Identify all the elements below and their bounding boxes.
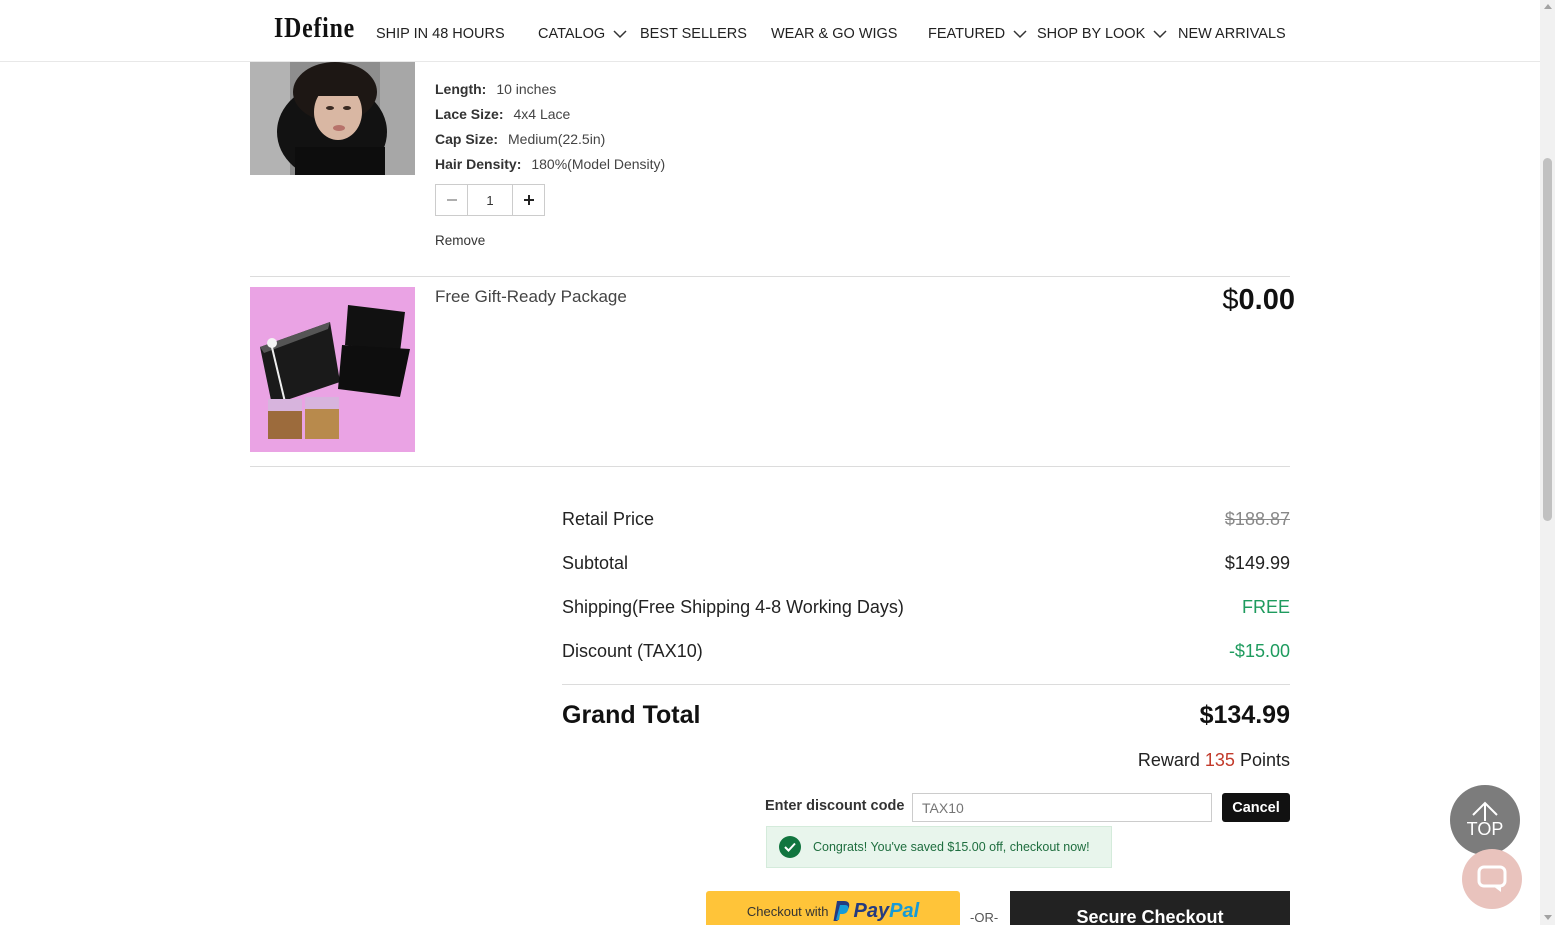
check-circle-icon: [779, 836, 801, 858]
live-chat-button[interactable]: [1462, 849, 1522, 909]
nav-label: BEST SELLERS: [640, 26, 747, 42]
paypal-prefix: Checkout with: [746, 903, 829, 919]
grand-total-row: Grand Total $134.99: [562, 701, 1290, 730]
chevron-down-icon: [1013, 30, 1027, 39]
gift-package-photo: [250, 287, 415, 452]
nav-wear-go-wigs[interactable]: WEAR & GO WIGS: [771, 26, 897, 42]
retail-price-label: Retail Price: [562, 509, 655, 529]
reward-points: Reward 135 Points: [1138, 750, 1290, 771]
nav-label: CATALOG: [538, 26, 606, 42]
attribute-value: Medium(22.5in): [508, 131, 606, 147]
discount-code-input[interactable]: [912, 793, 1212, 822]
arrow-up-icon: [1472, 801, 1498, 821]
cancel-discount-button[interactable]: Cancel: [1222, 793, 1290, 822]
quantity-input[interactable]: 1: [468, 185, 512, 215]
attribute-value: 4x4 Lace: [513, 106, 571, 122]
product-thumbnail-wig[interactable]: [250, 62, 415, 175]
item-divider: [250, 276, 1290, 277]
attribute-hair-density: Hair Density: 180%(Model Density): [435, 156, 665, 172]
nav-label: WEAR & GO WIGS: [771, 26, 898, 42]
price-amount: 0.00: [1238, 284, 1295, 316]
secure-checkout-button[interactable]: Secure Checkout: [1010, 891, 1290, 925]
minus-icon: [446, 199, 457, 201]
attribute-label: Hair Density:: [435, 156, 522, 172]
scroll-down-arrow-icon[interactable]: [1544, 915, 1552, 920]
site-header: IDefine SHIP IN 48 HOURS CATALOG BEST SE…: [0, 0, 1540, 62]
grand-total-label: Grand Total: [562, 701, 701, 729]
chevron-down-icon: [613, 30, 627, 39]
reward-suffix: Points: [1239, 750, 1290, 770]
summary-divider: [562, 684, 1290, 685]
reward-points-value: 135: [1204, 750, 1235, 770]
shipping-value: FREE: [1241, 597, 1290, 617]
quantity-stepper: 1: [435, 184, 545, 216]
decrease-quantity-button[interactable]: [436, 185, 468, 215]
plus-icon: [523, 195, 534, 205]
subtotal-label: Subtotal: [562, 553, 629, 573]
discount-success-message: Congrats! You've saved $15.00 off, check…: [813, 840, 1090, 854]
attribute-length: Length: 10 inches: [435, 81, 556, 97]
nav-label: NEW ARRIVALS: [1178, 26, 1286, 42]
scroll-up-arrow-icon[interactable]: [1544, 4, 1552, 9]
paypal-checkout-button[interactable]: Checkout with PayPal: [706, 891, 960, 925]
shipping-label: Shipping(Free Shipping 4-8 Working Days): [562, 597, 904, 617]
back-to-top-label: TOP: [1466, 818, 1504, 839]
nav-ship-48-hours[interactable]: SHIP IN 48 HOURS: [376, 26, 505, 42]
attribute-label: Length:: [435, 81, 487, 97]
nav-label: FEATURED: [928, 26, 1006, 42]
cart-divider: [250, 466, 1290, 467]
nav-featured[interactable]: FEATURED: [928, 26, 1027, 42]
attribute-value: 10 inches: [496, 81, 557, 97]
back-to-top-button[interactable]: TOP: [1450, 785, 1520, 855]
remove-item-link[interactable]: Remove: [435, 233, 485, 248]
paypal-word-pal: Pal: [889, 899, 920, 922]
or-separator: -OR-: [970, 910, 999, 925]
subtotal-row: Subtotal $149.99: [562, 553, 1290, 574]
discount-success-banner: Congrats! You've saved $15.00 off, check…: [766, 826, 1112, 868]
gift-package-title[interactable]: Free Gift-Ready Package: [435, 287, 627, 307]
nav-catalog[interactable]: CATALOG: [538, 26, 627, 42]
reward-prefix: Reward: [1137, 750, 1200, 770]
discount-code-label: Enter discount code: [765, 798, 905, 814]
chat-bubble-icon: [1477, 865, 1507, 892]
paypal-word-pay: Pay: [853, 899, 890, 922]
attribute-cap-size: Cap Size: Medium(22.5in): [435, 131, 605, 147]
discount-value: -$15.00: [1228, 641, 1290, 661]
nav-best-sellers[interactable]: BEST SELLERS: [640, 26, 747, 42]
retail-price-row: Retail Price $188.87: [562, 509, 1290, 530]
paypal-logo-icon: [833, 901, 849, 921]
paypal-wordmark: PayPal: [854, 900, 920, 923]
increase-quantity-button[interactable]: [512, 185, 544, 215]
currency-symbol: $: [1222, 284, 1239, 316]
nav-shop-by-look[interactable]: SHOP BY LOOK: [1037, 26, 1167, 42]
discount-row: Discount (TAX10) -$15.00: [562, 641, 1290, 662]
product-thumbnail-gift-package[interactable]: [250, 287, 415, 452]
attribute-value: 180%(Model Density): [531, 156, 666, 172]
page-scrollbar[interactable]: [1540, 0, 1555, 925]
gift-package-price: $0.00: [1222, 284, 1295, 317]
attribute-label: Lace Size:: [435, 106, 504, 122]
chevron-down-icon: [1153, 30, 1167, 39]
grand-total-value: $134.99: [1199, 701, 1290, 729]
nav-label: SHIP IN 48 HOURS: [376, 26, 505, 42]
model-photo: [250, 62, 415, 175]
site-logo[interactable]: IDefine: [274, 12, 355, 45]
shipping-row: Shipping(Free Shipping 4-8 Working Days)…: [562, 597, 1290, 618]
scrollbar-thumb[interactable]: [1543, 158, 1552, 521]
discount-label: Discount (TAX10): [562, 641, 703, 661]
retail-price-value: $188.87: [1224, 509, 1290, 529]
attribute-lace-size: Lace Size: 4x4 Lace: [435, 106, 570, 122]
subtotal-value: $149.99: [1224, 553, 1290, 573]
nav-label: SHOP BY LOOK: [1037, 26, 1146, 42]
nav-new-arrivals[interactable]: NEW ARRIVALS: [1178, 26, 1286, 42]
attribute-label: Cap Size:: [435, 131, 499, 147]
